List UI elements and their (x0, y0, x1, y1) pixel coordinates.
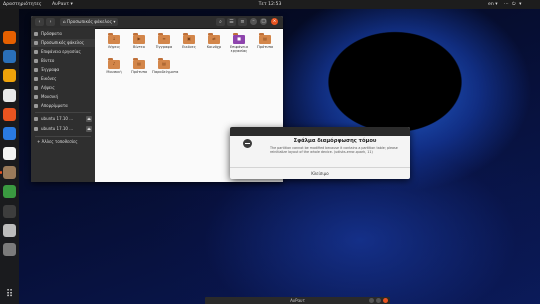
picture-icon (34, 77, 38, 81)
music-icon (34, 95, 38, 99)
folder-icon: ⇄ (208, 33, 220, 44)
top-bar: Δραστηριότητες ΑυΡαυτ ▾ Τετ 12:53 en ▾ ⋯… (0, 0, 540, 9)
folder-icon: ≡ (158, 33, 170, 44)
minimize-icon[interactable] (369, 298, 374, 303)
files-sidebar: Πρόσφατα Προσωπικός φάκελος Επιφάνεια ερ… (31, 28, 95, 182)
sidebar-item-other-locations[interactable]: + Άλλες τοποθεσίες (31, 138, 95, 146)
folder-icon: ▶ (133, 33, 145, 44)
terminal-icon[interactable] (3, 205, 16, 218)
eject-icon[interactable]: ⏏ (86, 116, 92, 122)
software-icon[interactable] (3, 108, 16, 121)
maximize-button[interactable]: □ (260, 18, 267, 25)
menu-icon[interactable]: ≡ (238, 18, 247, 26)
desktop-icon (34, 50, 38, 54)
show-applications-icon[interactable]: ⠿ (4, 289, 15, 300)
drive-icon (34, 127, 38, 131)
sidebar-item-recent[interactable]: Πρόσφατα (31, 30, 95, 38)
close-icon[interactable] (383, 298, 388, 303)
sidebar-divider (35, 136, 91, 137)
eject-icon[interactable]: ⏏ (86, 126, 92, 132)
search-icon[interactable]: ⌕ (216, 18, 225, 26)
dialog-message: The partition cannot be modified because… (270, 146, 398, 154)
help-icon[interactable] (3, 127, 16, 140)
breadcrumb[interactable]: ⌂ Προσωπικός φάκελος ▾ (60, 18, 119, 26)
sidebar-divider (35, 112, 91, 113)
folder-templates[interactable]: ▤ Πρότυπα (253, 33, 277, 49)
video-icon (34, 59, 38, 63)
thunderbird-icon[interactable] (3, 50, 16, 63)
folder-icon: ▤ (259, 33, 271, 44)
sidebar-item-pictures[interactable]: Εικόνες (31, 75, 95, 83)
text-editor-icon[interactable] (3, 147, 16, 160)
files-icon[interactable] (0, 166, 16, 179)
dock: ⠿ (0, 9, 19, 304)
sidebar-item-volume-1[interactable]: ubuntu 17.10 ... ⏏ (31, 115, 95, 123)
disks-icon[interactable] (3, 243, 16, 256)
window-title: ΑυΡαυτ (290, 298, 305, 303)
rhythmbox-icon[interactable] (3, 69, 16, 82)
download-icon (34, 86, 38, 90)
sidebar-item-trash[interactable]: Απορρίμματα (31, 102, 95, 110)
screenshot-icon[interactable] (3, 224, 16, 237)
dialog-header (230, 127, 410, 136)
clock[interactable]: Τετ 12:53 (0, 0, 540, 9)
drive-icon (34, 117, 38, 121)
document-icon (34, 68, 38, 72)
view-toggle-icon[interactable]: ☰ (227, 18, 236, 26)
folder-shared[interactable]: ⇄ Κοινόχρ (202, 33, 226, 49)
trash-icon (34, 104, 38, 108)
error-dialog: Σφάλμα διαμόρφωσης τόμου The partition c… (230, 127, 410, 179)
sidebar-item-videos[interactable]: Βίντεο (31, 57, 95, 65)
folder-music[interactable]: ♪ Μουσική (102, 58, 126, 74)
sidebar-item-desktop[interactable]: Επιφάνεια εργασίας (31, 48, 95, 56)
sidebar-item-home[interactable]: Προσωπικός φάκελος (31, 39, 95, 47)
folder-icon: ■ (233, 33, 245, 44)
minimize-button[interactable]: – (250, 18, 257, 25)
folder-icon: ▤ (133, 58, 145, 69)
folder-videos[interactable]: ▶ Βίντεο (127, 33, 151, 49)
dialog-title: Σφάλμα διαμόρφωσης τόμου (293, 138, 377, 144)
sidebar-item-downloads[interactable]: Λήψεις (31, 84, 95, 92)
folder-templates-2[interactable]: ▤ Πρότυπα (127, 58, 151, 74)
sidebar-item-music[interactable]: Μουσική (31, 93, 95, 101)
sidebar-item-documents[interactable]: Έγγραφα (31, 66, 95, 74)
error-icon (243, 139, 252, 148)
folder-icon: ▣ (183, 33, 195, 44)
minimized-window-bar[interactable]: ΑυΡαυτ (205, 297, 390, 304)
folder-icon: ↓ (108, 33, 120, 44)
folder-icon: ▤ (158, 58, 170, 69)
folder-examples[interactable]: ▤ Παραδείγματα (152, 58, 178, 74)
system-menu[interactable]: ⋯ ⏻ ▾ (504, 0, 522, 9)
folder-downloads[interactable]: ↓ Λήψεις (102, 33, 126, 49)
maximize-icon[interactable] (376, 298, 381, 303)
close-dialog-button[interactable]: Κλείσιμο (230, 168, 410, 179)
language-indicator[interactable]: en ▾ (488, 0, 498, 9)
close-button[interactable]: × (271, 18, 278, 25)
folder-desktop[interactable]: ■ Επιφάνεια εργασίας (227, 33, 251, 53)
folder-icon: ♪ (108, 58, 120, 69)
home-icon (34, 41, 38, 45)
chrome-icon[interactable] (3, 185, 16, 198)
folder-pictures[interactable]: ▣ Εικόνες (177, 33, 201, 49)
forward-button[interactable]: › (46, 18, 55, 26)
folder-documents[interactable]: ≡ Έγγραφα (152, 33, 176, 49)
back-button[interactable]: ‹ (35, 18, 44, 26)
firefox-icon[interactable] (3, 31, 16, 44)
libreoffice-icon[interactable] (3, 89, 16, 102)
clock-icon (34, 32, 38, 36)
sidebar-item-volume-2[interactable]: ubuntu 17.10 ... ⏏ (31, 125, 95, 133)
